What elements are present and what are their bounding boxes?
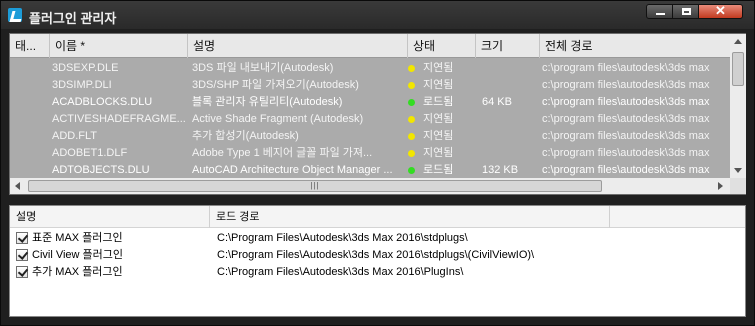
plugin-name: 3DSIMP.DLI bbox=[52, 79, 112, 91]
table-row[interactable]: ACTIVESHADEFRAGME... Active Shade Fragme… bbox=[10, 111, 730, 128]
path-list-header: 설명 로드 경로 bbox=[10, 206, 745, 228]
title-bar[interactable]: 플러그인 관리자 ✕ bbox=[1, 1, 754, 29]
plugin-size: 132 KB bbox=[482, 164, 519, 176]
plugin-name: ADD.FLT bbox=[52, 130, 98, 142]
status-dot-icon bbox=[408, 65, 415, 72]
plugin-status: 지연됨 bbox=[423, 62, 454, 74]
table-row[interactable]: 3DSEXP.DLE 3DS 파일 내보내기(Autodesk) 지연됨 c:\… bbox=[10, 60, 730, 77]
plugin-size bbox=[482, 111, 538, 128]
scroll-corner bbox=[730, 178, 746, 194]
plugin-description: 추가 합성기(Autodesk) bbox=[192, 130, 299, 142]
status-dot-icon bbox=[408, 116, 415, 123]
plugin-size bbox=[482, 128, 538, 145]
vertical-scrollbar[interactable] bbox=[730, 34, 746, 178]
enable-checkbox[interactable] bbox=[16, 249, 28, 261]
plugin-description: Active Shade Fragment (Autodesk) bbox=[192, 113, 364, 125]
status-dot-icon bbox=[408, 167, 415, 174]
close-button[interactable]: ✕ bbox=[698, 3, 743, 19]
plugin-size: 64 KB bbox=[482, 96, 512, 108]
plugin-description: Adobe Type 1 베지어 글꼴 파일 가져... bbox=[192, 147, 373, 159]
window-title: 플러그인 관리자 bbox=[29, 11, 117, 26]
app-icon bbox=[8, 8, 22, 22]
plugin-path: c:\program files\autodesk\3ds max bbox=[542, 164, 710, 176]
status-dot-icon bbox=[408, 133, 415, 140]
plugin-path: c:\program files\autodesk\3ds max bbox=[542, 113, 710, 125]
path-description: 추가 MAX 플러그인 bbox=[32, 266, 123, 278]
horizontal-scroll-thumb[interactable]: ||| bbox=[28, 180, 602, 192]
plugin-path: c:\program files\autodesk\3ds max bbox=[542, 79, 710, 91]
table-row[interactable]: ADTOBJECTS.DLU AutoCAD Architecture Obje… bbox=[10, 162, 730, 178]
scroll-down-button[interactable] bbox=[730, 162, 746, 178]
table-row[interactable]: ADOBET1.DLF Adobe Type 1 베지어 글꼴 파일 가져...… bbox=[10, 145, 730, 162]
column-header-size[interactable]: 크기 bbox=[476, 34, 540, 58]
minimize-button[interactable] bbox=[646, 4, 673, 19]
scroll-up-button[interactable] bbox=[730, 34, 746, 50]
plugin-list-header: 태... 이름 * 설명 상태 크기 전체 경로 bbox=[10, 34, 730, 58]
plugin-rows: 3DSEXP.DLE 3DS 파일 내보내기(Autodesk) 지연됨 c:\… bbox=[10, 58, 730, 178]
arrow-up-icon bbox=[734, 39, 742, 44]
plugin-path: c:\program files\autodesk\3ds max bbox=[542, 96, 710, 108]
column-header-description[interactable]: 설명 bbox=[10, 206, 210, 228]
plugin-status: 지연됨 bbox=[423, 147, 454, 159]
plugin-name: ACADBLOCKS.DLU bbox=[52, 96, 153, 108]
list-item[interactable]: 추가 MAX 플러그인 C:\Program Files\Autodesk\3d… bbox=[10, 264, 745, 281]
plugin-size bbox=[482, 145, 538, 162]
plugin-description: AutoCAD Architecture Object Manager ... bbox=[192, 164, 393, 176]
plugin-description: 3DS 파일 내보내기(Autodesk) bbox=[192, 62, 334, 74]
plugin-description: 블록 관리자 유틸리티(Autodesk) bbox=[192, 96, 343, 108]
table-row[interactable]: 3DSIMP.DLI 3DS/SHP 파일 가져오기(Autodesk) 지연됨… bbox=[10, 77, 730, 94]
arrow-down-icon bbox=[734, 168, 742, 173]
plugin-name: ADOBET1.DLF bbox=[52, 147, 128, 159]
path-description: 표준 MAX 플러그인 bbox=[32, 232, 123, 244]
panel-splitter[interactable] bbox=[1, 198, 754, 204]
plugin-description: 3DS/SHP 파일 가져오기(Autodesk) bbox=[192, 79, 359, 91]
plugin-size bbox=[482, 60, 538, 77]
plugin-path: c:\program files\autodesk\3ds max bbox=[542, 147, 710, 159]
status-dot-icon bbox=[408, 150, 415, 157]
plugin-size bbox=[482, 77, 538, 94]
column-header-load-path[interactable]: 로드 경로 bbox=[210, 206, 610, 228]
plugin-status: 지연됨 bbox=[423, 130, 454, 142]
column-header-status[interactable]: 상태 bbox=[408, 34, 476, 58]
list-item[interactable]: Civil View 플러그인 C:\Program Files\Autodes… bbox=[10, 247, 745, 264]
horizontal-scrollbar[interactable]: ||| bbox=[10, 178, 730, 194]
plugin-status: 로드됨 bbox=[423, 164, 454, 176]
plugin-path: c:\program files\autodesk\3ds max bbox=[542, 130, 710, 142]
maximize-icon bbox=[682, 8, 691, 15]
column-header-full-path[interactable]: 전체 경로 bbox=[540, 34, 730, 58]
maximize-button[interactable] bbox=[672, 4, 699, 19]
list-item[interactable]: 표준 MAX 플러그인 C:\Program Files\Autodesk\3d… bbox=[10, 230, 745, 247]
status-dot-icon bbox=[408, 99, 415, 106]
table-row[interactable]: ACADBLOCKS.DLU 블록 관리자 유틸리티(Autodesk) 로드됨… bbox=[10, 94, 730, 111]
column-header-name[interactable]: 이름 * bbox=[50, 34, 188, 58]
plugin-name: ACTIVESHADEFRAGME... bbox=[52, 113, 186, 125]
enable-checkbox[interactable] bbox=[16, 232, 28, 244]
plugin-status: 로드됨 bbox=[423, 96, 454, 108]
minimize-icon bbox=[656, 13, 665, 15]
column-header-tag[interactable]: 태... bbox=[10, 34, 50, 58]
table-row[interactable]: ADD.FLT 추가 합성기(Autodesk) 지연됨 c:\program … bbox=[10, 128, 730, 145]
plugin-status: 지연됨 bbox=[423, 79, 454, 91]
column-header-description[interactable]: 설명 bbox=[188, 34, 408, 58]
plugin-path-list: 설명 로드 경로 표준 MAX 플러그인 C:\Program Files\Au… bbox=[9, 205, 746, 317]
plugin-name: 3DSEXP.DLE bbox=[52, 62, 119, 74]
load-path: C:\Program Files\Autodesk\3ds Max 2016\s… bbox=[217, 249, 535, 261]
plugin-status: 지연됨 bbox=[423, 113, 454, 125]
enable-checkbox[interactable] bbox=[16, 266, 28, 278]
load-path: C:\Program Files\Autodesk\3ds Max 2016\s… bbox=[217, 232, 468, 244]
plugin-manager-window: 플러그인 관리자 ✕ 태... 이름 * 설명 상태 크기 전체 경로 3DSE… bbox=[0, 0, 755, 326]
close-icon: ✕ bbox=[715, 3, 726, 18]
load-path: C:\Program Files\Autodesk\3ds Max 2016\P… bbox=[217, 266, 464, 278]
plugin-name: ADTOBJECTS.DLU bbox=[52, 164, 150, 176]
plugin-list: 태... 이름 * 설명 상태 크기 전체 경로 3DSEXP.DLE 3DS … bbox=[9, 33, 746, 195]
path-description: Civil View 플러그인 bbox=[32, 249, 124, 261]
status-dot-icon bbox=[408, 82, 415, 89]
arrow-right-icon[interactable] bbox=[718, 182, 723, 190]
vertical-scroll-thumb[interactable] bbox=[732, 52, 744, 86]
arrow-left-icon[interactable] bbox=[15, 182, 20, 190]
plugin-path: c:\program files\autodesk\3ds max bbox=[542, 62, 710, 74]
